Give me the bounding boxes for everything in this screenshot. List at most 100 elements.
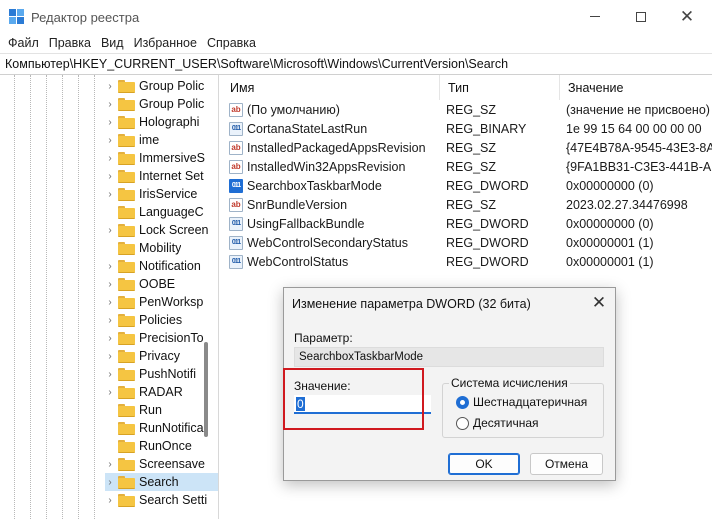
chevron-right-icon[interactable]: › [105,329,115,347]
value-row[interactable]: 011 WebControlSecondaryStatus REG_DWORD 0x0… [222,233,712,252]
key-tree[interactable]: › Group Polic › Group Polic › Holographi › ime ›… [0,75,219,519]
tree-item[interactable]: Mobility [105,239,218,257]
tree-item[interactable]: › PrecisionTo [105,329,218,347]
chevron-right-icon[interactable]: › [105,473,115,491]
value-row[interactable]: 011 SearchboxTaskbarMode REG_DWORD 0x000000… [222,176,712,195]
tree-item-label: Privacy [139,349,180,363]
tree-item[interactable]: › RADAR [105,383,218,401]
tree-item[interactable]: › Internet Set [105,167,218,185]
tree-item[interactable]: › Screensave [105,455,218,473]
chevron-right-icon [105,437,115,455]
tree-item-label: Mobility [139,241,182,255]
value-row[interactable]: ab (По умолчанию) REG_SZ (значение не присв… [222,100,712,119]
tree-item-label: RADAR [139,385,183,399]
value-row[interactable]: 011 UsingFallbackBundle REG_DWORD 0x0000000… [222,214,712,233]
value-row[interactable]: ab SnrBundleVersion REG_SZ 2023.02.27.34476… [222,195,712,214]
chevron-right-icon[interactable]: › [105,149,115,167]
chevron-right-icon[interactable]: › [105,365,115,383]
chevron-right-icon[interactable]: › [105,95,115,113]
tree-item-label: Policies [139,313,183,327]
tree-item[interactable]: › ime [105,131,218,149]
maximize-button[interactable] [618,0,664,33]
column-header-type[interactable]: Тип [440,75,560,100]
tree-item[interactable]: › Holographi [105,113,218,131]
edit-dword-dialog: Изменение параметра DWORD (32 бита) ✕ Па… [283,287,616,481]
radio-hexadecimal[interactable]: Шестнадцатеричная [456,395,587,409]
tree-item-label: Search Setti [139,493,208,507]
address-bar[interactable]: Компьютер\HKEY_CURRENT_USER\Software\Mic… [0,53,712,75]
minimize-icon [590,16,600,17]
tree-item[interactable]: › Search Setti [105,491,218,509]
chevron-right-icon [105,401,115,419]
chevron-right-icon[interactable]: › [105,221,115,239]
close-button[interactable]: ✕ [664,0,710,33]
tree-item[interactable]: › PushNotifi [105,365,218,383]
dialog-close-button[interactable]: ✕ [586,292,612,314]
value-row[interactable]: 011 CortanaStateLastRun REG_BINARY 1e 99 15… [222,119,712,138]
chevron-right-icon[interactable]: › [105,455,115,473]
menu-view[interactable]: Вид [96,36,129,50]
value-data: 0x00000000 (0) [566,178,654,193]
chevron-right-icon[interactable]: › [105,77,115,95]
tree-item[interactable]: RunNotifica [105,419,218,437]
radio-decimal[interactable]: Десятичная [456,416,539,430]
tree-item[interactable]: › Policies [105,311,218,329]
window-title: Редактор реестра [31,10,140,25]
tree-item[interactable]: › Privacy [105,347,218,365]
menu-favorites[interactable]: Избранное [129,36,202,50]
folder-icon [118,277,135,291]
chevron-right-icon[interactable]: › [105,113,115,131]
value-row[interactable]: 011 WebControlStatus REG_DWORD 0x00000001 (… [222,252,712,271]
tree-item[interactable]: › IrisService [105,185,218,203]
chevron-right-icon[interactable]: › [105,257,115,275]
tree-item[interactable]: RunOnce [105,437,218,455]
highlight-frame [283,368,424,430]
folder-icon [118,187,135,201]
chevron-right-icon[interactable]: › [105,383,115,401]
chevron-right-icon[interactable]: › [105,185,115,203]
value-row[interactable]: ab InstalledPackagedAppsRevision REG_SZ {47… [222,138,712,157]
tree-item[interactable]: › Group Polic [105,95,218,113]
param-name-field: SearchboxTaskbarMode [294,347,604,367]
value-name: WebControlSecondaryStatus [247,235,408,250]
tree-item[interactable]: › Group Polic [105,77,218,95]
value-name-cell: 011 WebControlStatus [222,254,440,269]
string-value-icon: ab [229,102,243,117]
menu-help[interactable]: Справка [202,36,261,50]
tree-item[interactable]: › Search [105,473,218,491]
value-data: 2023.02.27.34476998 [566,197,688,212]
chevron-right-icon[interactable]: › [105,293,115,311]
cancel-button[interactable]: Отмена [530,453,603,475]
tree-item-label: OOBE [139,277,176,291]
tree-item[interactable]: LanguageC [105,203,218,221]
tree-item[interactable]: Run [105,401,218,419]
value-row[interactable]: ab InstalledWin32AppsRevision REG_SZ {9FA1B… [222,157,712,176]
value-data: {47E4B78A-9545-43E3-8A8 [566,140,712,155]
tree-item[interactable]: › Lock Screen [105,221,218,239]
tree-item[interactable]: › OOBE [105,275,218,293]
chevron-right-icon[interactable]: › [105,491,115,509]
value-name-cell: 011 UsingFallbackBundle [222,216,440,231]
chevron-right-icon[interactable]: › [105,275,115,293]
value-name-cell: ab InstalledPackagedAppsRevision [222,140,440,155]
menu-file[interactable]: Файл [0,36,44,50]
value-name: InstalledPackagedAppsRevision [247,140,426,155]
chevron-right-icon[interactable]: › [105,311,115,329]
column-header-name[interactable]: Имя [222,75,440,100]
tree-item[interactable]: › PenWorksp [105,293,218,311]
chevron-right-icon[interactable]: › [105,167,115,185]
column-header-value[interactable]: Значение [560,75,712,100]
folder-icon [118,439,135,453]
tree-item[interactable]: › ImmersiveS [105,149,218,167]
chevron-right-icon[interactable]: › [105,131,115,149]
tree-item-label: Internet Set [139,169,204,183]
string-value-icon: ab [229,197,243,212]
ok-button[interactable]: OK [448,453,520,475]
chevron-right-icon[interactable]: › [105,347,115,365]
tree-scrollbar[interactable] [204,342,208,437]
minimize-button[interactable] [572,0,618,33]
value-data: 0x00000001 (1) [566,235,654,250]
tree-item[interactable]: › Notification [105,257,218,275]
menu-edit[interactable]: Правка [44,36,96,50]
folder-icon [118,403,135,417]
